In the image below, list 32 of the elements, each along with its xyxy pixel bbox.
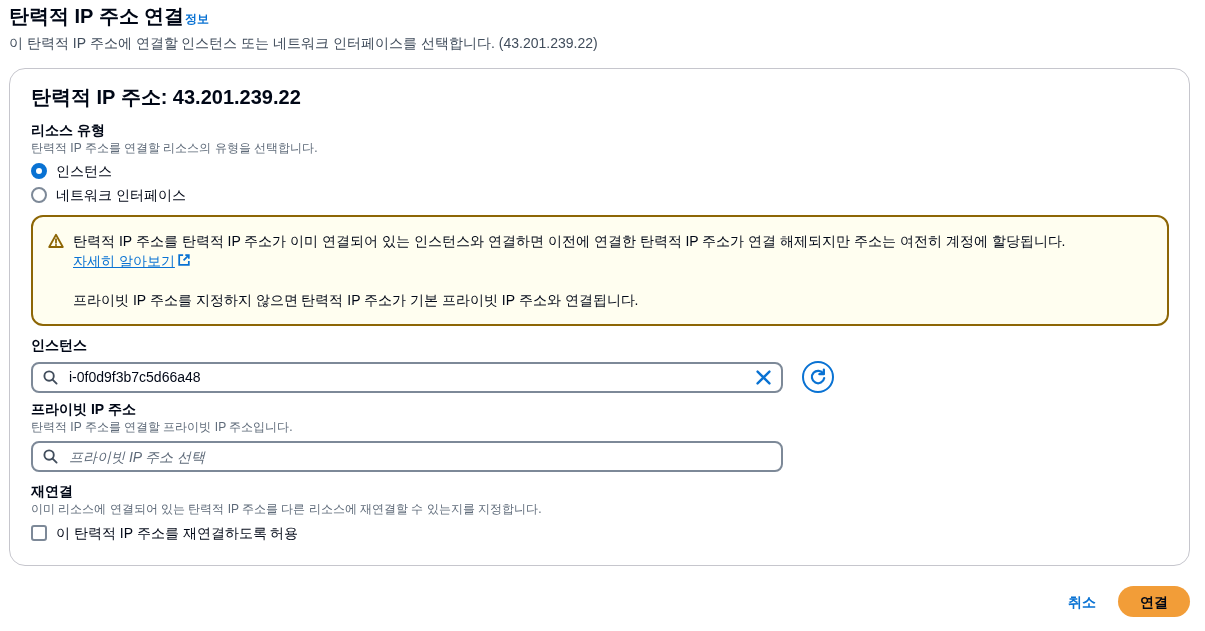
info-link[interactable]: 정보 [185,11,210,27]
page-title: 탄력적 IP 주소 연결 [9,4,185,28]
instance-search-field[interactable]: i-0f0d9f3b7c5d66a48 [31,361,783,393]
radio-label: 인스턴스 [56,162,112,181]
refresh-icon [809,368,827,386]
field-description: 탄력적 IP 주소를 연결할 리소스의 유형을 선택합니다. [31,140,319,156]
external-link-icon [176,253,191,267]
field-label: 리소스 유형 [31,121,106,140]
field-description: 탄력적 IP 주소를 연결할 프라이빗 IP 주소입니다. [31,419,294,435]
refresh-button[interactable] [802,361,834,393]
warning-icon [48,233,64,249]
page-description: 이 탄력적 IP 주소에 연결할 인스턴스 또는 네트워크 인터페이스를 선택합니다. (43.201.239.22) [9,34,599,53]
panel-title: 탄력적 IP 주소: 43.201.239.22 [31,85,302,109]
cancel-button[interactable]: 취소 [1068,587,1096,616]
field-description: 이미 리소스에 연결되어 있는 탄력적 IP 주소를 다른 리소스에 재연결할 수 있는지를 지정합니다. [31,501,543,517]
learn-more-link[interactable]: 자세히 알아보기 [73,253,191,269]
radio-button[interactable] [31,163,47,179]
radio-label: 네트워크 인터페이스 [56,186,186,205]
radio-button[interactable] [31,187,47,203]
field-label: 재연결 [31,482,74,501]
search-icon [43,369,58,385]
search-icon [43,449,58,464]
clear-button[interactable] [754,367,773,387]
field-label: 프라이빗 IP 주소 [31,400,137,419]
checkbox[interactable] [31,525,47,541]
close-icon [754,367,773,387]
private-ip-search-field[interactable]: 프라이빗 IP 주소 선택 [31,441,783,472]
checkbox-label: 이 탄력적 IP 주소를 재연결하도록 허용 [56,524,299,543]
field-label: 인스턴스 [31,336,88,355]
alert-message: 탄력적 IP 주소를 탄력적 IP 주소가 이미 연결되어 있는 인스턴스와 연결하면 이전에 연결한 탄력적 IP 주소가 연결 해제되지만 주소는 여전히 계정에 할당됩니다. 자세히 알아보기 [73,232,1067,271]
alert-note: 프라이빗 IP 주소를 지정하지 않으면 탄력적 IP 주소가 기본 프라이빗 IP 주소와 연결됩니다. [73,291,640,310]
associate-button[interactable]: 연결 [1118,586,1190,617]
